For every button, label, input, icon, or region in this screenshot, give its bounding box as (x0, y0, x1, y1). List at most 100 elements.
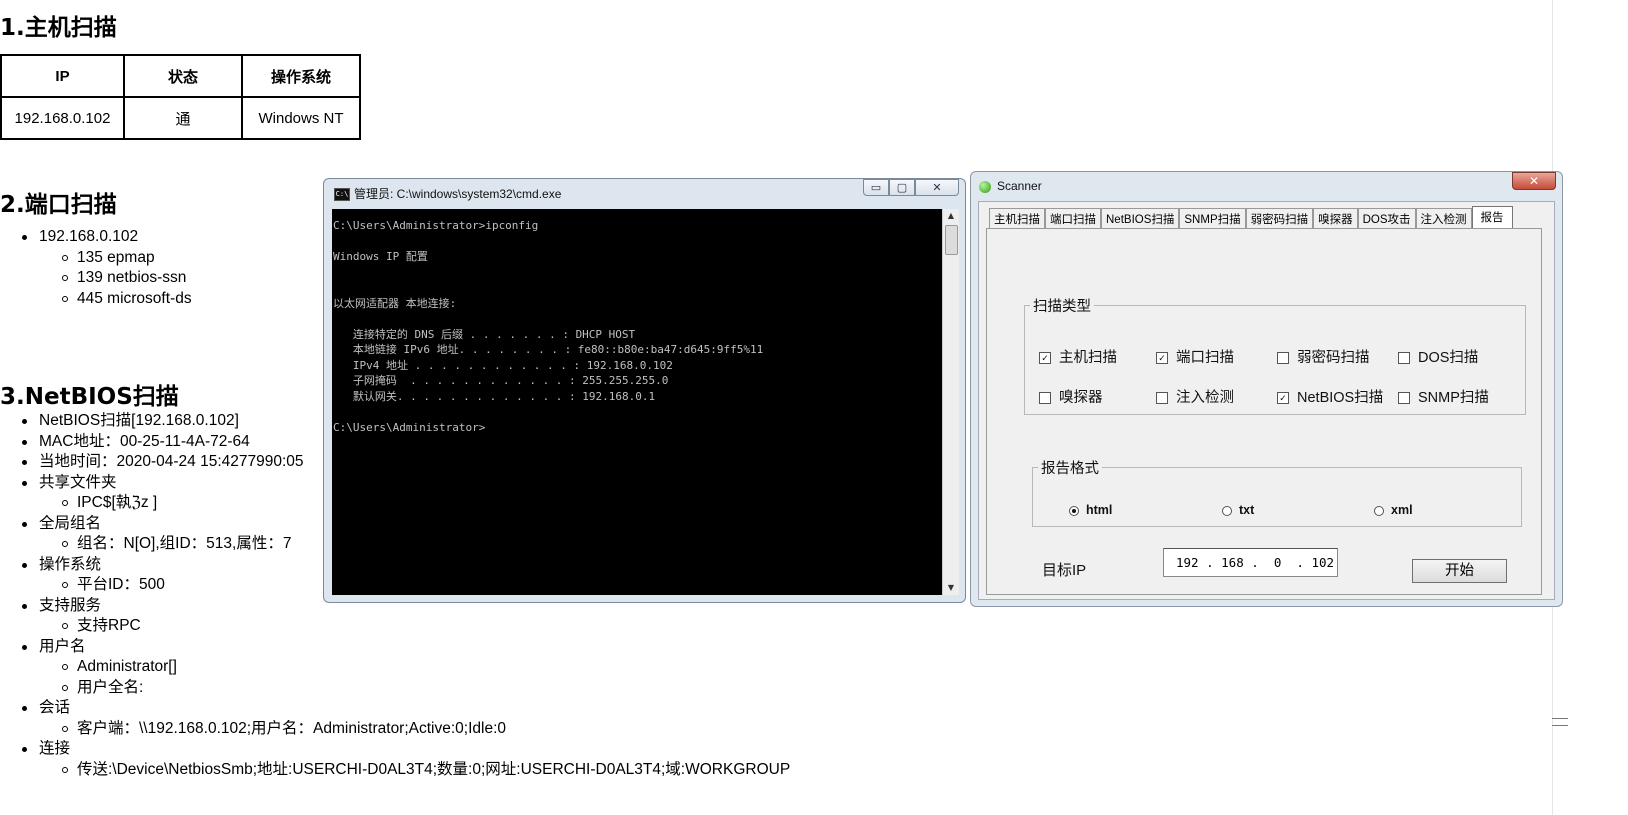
target-ip-label: 目标IP (1042, 562, 1087, 579)
scan-type-legend: 扫描类型 (1033, 299, 1091, 315)
list-item: 135 epmap (39, 248, 192, 269)
netbios-item-label: NetBIOS扫描[192.168.0.102] (39, 412, 239, 429)
scan-type-checkbox[interactable]: 注入检测 (1156, 386, 1234, 407)
console-output[interactable]: C:\Users\Administrator>ipconfig Windows I… (332, 209, 950, 595)
checkbox-unchecked-icon[interactable] (1039, 392, 1051, 405)
list-item: 用户名 Administrator[] 用户全名: (0, 637, 790, 699)
list-item: 用户全名: (39, 678, 790, 699)
port-scan-list: 192.168.0.102 135 epmap 139 netbios-ssn … (0, 227, 192, 309)
scan-type-checkbox[interactable]: ✓ 主机扫描 (1039, 346, 1117, 367)
maximize-icon: ▢ (896, 181, 908, 194)
checkbox-label: DOS扫描 (1418, 350, 1479, 366)
tab-3[interactable]: SNMP扫描 (1179, 208, 1246, 229)
radio-selected-icon[interactable] (1069, 505, 1079, 516)
checkbox-label: 注入检测 (1176, 390, 1234, 406)
netbios-item-label: 当地时间：2020-04-24 15:4277990:05 (39, 453, 304, 470)
section-title-host-scan: 1.主机扫描 (0, 15, 117, 41)
checkbox-label: 嗅探器 (1059, 390, 1103, 406)
checkbox-unchecked-icon[interactable] (1398, 352, 1410, 365)
checkbox-unchecked-icon[interactable] (1156, 392, 1168, 405)
radio-label: xml (1391, 503, 1413, 517)
radio-unselected-icon[interactable] (1222, 505, 1232, 516)
col-header-ip: IP (0, 54, 125, 98)
scan-type-checkbox[interactable]: 弱密码扫描 (1277, 346, 1370, 367)
cmd-icon: C:\ (334, 188, 350, 202)
netbios-sublist: 客户端：\\192.168.0.102;用户名：Administrator;Ac… (39, 719, 790, 740)
netbios-item-label: 共享文件夹 (39, 473, 117, 491)
list-item: 139 netbios-ssn (39, 268, 192, 289)
checkbox-unchecked-icon[interactable] (1277, 352, 1289, 365)
tab-8[interactable]: 报告 (1471, 206, 1513, 229)
scroll-up-icon[interactable]: ▲ (943, 209, 959, 223)
report-format-radio[interactable]: txt (1222, 503, 1254, 517)
scan-type-checkbox[interactable]: DOS扫描 (1398, 346, 1478, 367)
section-title-port-scan: 2.端口扫描 (0, 192, 117, 218)
table-row: 192.168.0.102 通 Windows NT (0, 96, 361, 140)
tab-6[interactable]: DOS攻击 (1357, 208, 1416, 229)
cell-status: 通 (123, 96, 243, 140)
list-item: 会话客户端：\\192.168.0.102;用户名：Administrator;… (0, 698, 790, 739)
tab-2[interactable]: NetBIOS扫描 (1101, 208, 1180, 229)
section-title-netbios-scan: 3.NetBIOS扫描 (0, 384, 179, 410)
scanner-window: Scanner ✕ 主机扫描 端口扫描 NetBIOS扫描 SNMP扫描 弱密码扫描 嗅探… (970, 171, 1563, 607)
checkbox-label: SNMP扫描 (1418, 390, 1489, 406)
scan-type-group: 扫描类型 ✓ 主机扫描 ✓ 端口扫描 弱密码扫描 DOS扫描嗅探器 注入检测 ✓ NetBIOS… (1024, 295, 1526, 415)
host-scan-table: IP 状态 操作系统 192.168.0.102 通 Windows NT (0, 54, 361, 140)
resize-grip-icon[interactable] (1552, 718, 1568, 726)
checkbox-checked-icon[interactable]: ✓ (1039, 352, 1051, 365)
report-format-radio[interactable]: xml (1374, 503, 1413, 517)
netbios-item-label: 用户名 (39, 637, 86, 655)
console-line: Windows IP 配置 (333, 250, 428, 263)
list-item: 192.168.0.102 135 epmap 139 netbios-ssn … (0, 227, 192, 309)
tab-5[interactable]: 嗅探器 (1313, 208, 1358, 229)
scan-type-checkbox[interactable]: ✓ 端口扫描 (1156, 346, 1234, 367)
tab-4[interactable]: 弱密码扫描 (1245, 208, 1314, 229)
list-item: Administrator[] (39, 657, 790, 678)
minimize-button[interactable]: ▭ (863, 179, 889, 196)
scan-type-checkbox[interactable]: 嗅探器 (1039, 386, 1103, 407)
report-format-group: 报告格式 html txt xml (1032, 457, 1522, 527)
tab-strip: 主机扫描 端口扫描 NetBIOS扫描 SNMP扫描 弱密码扫描 嗅探器 DOS攻击 注入检测… (989, 206, 1513, 229)
checkbox-label: 主机扫描 (1059, 350, 1117, 366)
checkbox-checked-icon[interactable]: ✓ (1277, 392, 1289, 405)
scan-type-checkbox[interactable]: ✓ NetBIOS扫描 (1277, 386, 1383, 407)
checkbox-label: 弱密码扫描 (1297, 350, 1370, 366)
cell-os: Windows NT (241, 96, 361, 140)
scan-type-checkbox[interactable]: SNMP扫描 (1398, 386, 1489, 407)
scroll-thumb[interactable] (945, 225, 958, 255)
scroll-down-icon[interactable]: ▼ (943, 581, 959, 595)
netbios-item-label: MAC地址：00-25-11-4A-72-64 (39, 432, 250, 450)
tab-1[interactable]: 端口扫描 (1045, 208, 1101, 229)
checkbox-unchecked-icon[interactable] (1398, 392, 1410, 405)
console-scrollbar[interactable]: ▲ ▼ (942, 209, 959, 595)
list-item: 客户端：\\192.168.0.102;用户名：Administrator;Ac… (39, 719, 790, 740)
minimize-icon: ▭ (870, 181, 882, 194)
checkbox-checked-icon[interactable]: ✓ (1156, 352, 1168, 365)
maximize-button[interactable]: ▢ (889, 179, 915, 196)
scanner-titlebar: Scanner (979, 179, 1042, 193)
cmd-window: C:\ 管理员: C:\windows\system32\cmd.exe ▭ ▢ … (323, 178, 966, 603)
report-tab-pane: 扫描类型 ✓ 主机扫描 ✓ 端口扫描 弱密码扫描 DOS扫描嗅探器 注入检测 ✓ NetBIOS… (986, 228, 1542, 595)
target-ip-input[interactable]: 192 . 168 . 0 . 102 (1163, 548, 1338, 577)
console-line: 默认网关. . . . . . . . . . . . . : 192.168.… (333, 389, 656, 403)
netbios-sublist: 支持RPC (39, 616, 790, 637)
tab-0[interactable]: 主机扫描 (989, 208, 1045, 229)
netbios-item-label: 全局组名 (39, 514, 102, 532)
radio-unselected-icon[interactable] (1374, 505, 1384, 516)
cmd-window-controls: ▭ ▢ ✕ (863, 179, 959, 196)
netbios-item-label: 支持服务 (39, 596, 102, 614)
report-format-radio[interactable]: html (1069, 503, 1112, 517)
console-line: 子网掩码 . . . . . . . . . . . . : 255.255.2… (333, 374, 669, 387)
netbios-item-label: 会话 (39, 699, 71, 716)
close-button[interactable]: ✕ (915, 179, 959, 196)
list-item: 445 microsoft-ds (39, 289, 192, 310)
tab-7[interactable]: 注入检测 (1415, 208, 1472, 229)
scanner-close-button[interactable]: ✕ (1512, 172, 1556, 190)
console-line: 连接特定的 DNS 后缀 . . . . . . . : DHCP HOST (333, 327, 636, 341)
start-button[interactable]: 开始 (1412, 559, 1507, 583)
